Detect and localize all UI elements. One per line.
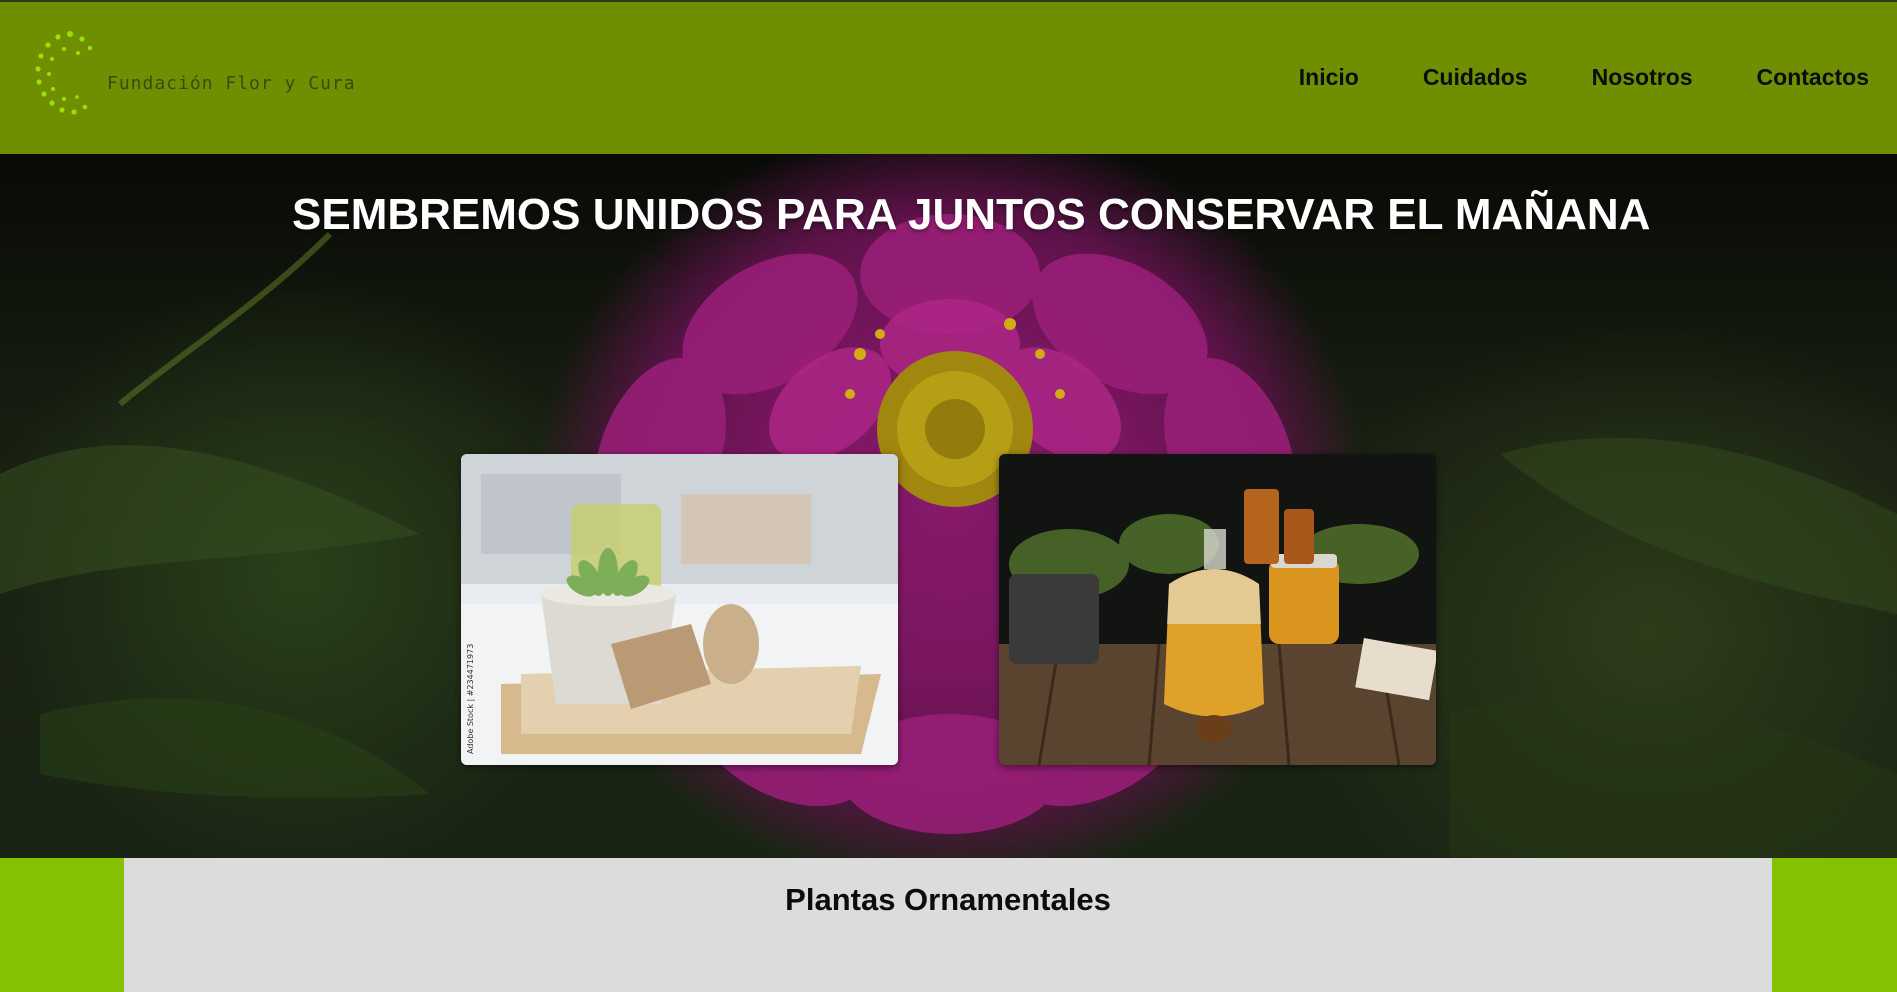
nav-cuidados[interactable]: Cuidados — [1423, 64, 1528, 91]
card-herbal-oils-image[interactable] — [999, 454, 1436, 765]
ornamental-plants-section: Plantas Ornamentales — [124, 858, 1772, 992]
hero-banner: SEMBREMOS UNIDOS PARA JUNTOS CONSERVAR E… — [0, 154, 1897, 858]
hero-title: SEMBREMOS UNIDOS PARA JUNTOS CONSERVAR E… — [292, 190, 1651, 239]
card-succulent-image[interactable]: Adobe Stock | #234471973 — [461, 454, 898, 765]
main-nav: Inicio Cuidados Nosotros Contactos — [1299, 64, 1869, 91]
logo-dots-icon — [35, 31, 93, 115]
logo[interactable]: Fundación Flor y Cura — [34, 29, 355, 129]
nav-inicio[interactable]: Inicio — [1299, 64, 1359, 91]
hero-overlay — [0, 154, 1897, 858]
section-title: Plantas Ornamentales — [785, 882, 1111, 917]
herbal-oils-photo — [999, 454, 1436, 765]
site-header: Fundación Flor y Cura Inicio Cuidados No… — [0, 2, 1897, 154]
nav-nosotros[interactable]: Nosotros — [1592, 64, 1693, 91]
logo-text: Fundación Flor y Cura — [107, 73, 356, 94]
nav-contactos[interactable]: Contactos — [1757, 64, 1869, 91]
succulent-photo: Adobe Stock | #234471973 — [461, 454, 898, 765]
svg-text:Adobe Stock | #234471973: Adobe Stock | #234471973 — [466, 644, 475, 754]
